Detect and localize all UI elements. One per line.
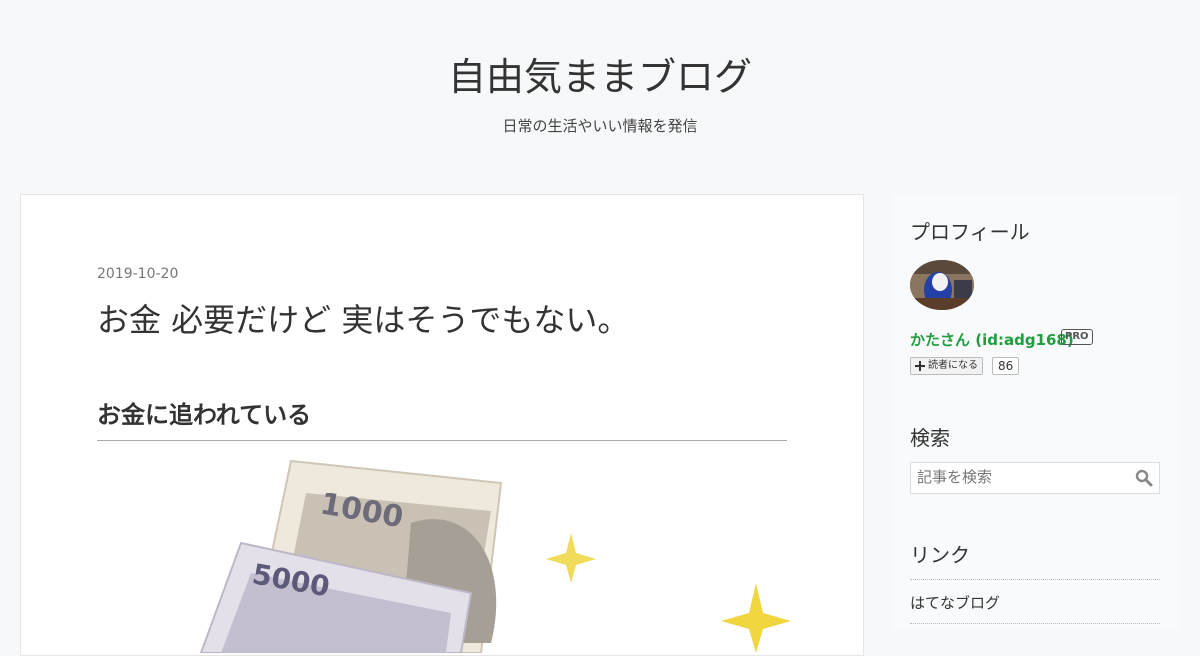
search-heading: 検索: [910, 426, 950, 450]
user-avatar[interactable]: [910, 260, 974, 310]
entry-title[interactable]: お金 必要だけど 実はそうでもない。: [97, 297, 629, 343]
links-heading: リンク: [910, 543, 970, 567]
link-list: はてなブログ: [910, 579, 1160, 624]
avatar-image: [910, 260, 974, 310]
plus-icon: [915, 361, 925, 371]
pro-badge: PRO: [1061, 329, 1093, 345]
search-form: [910, 462, 1160, 494]
section-heading: お金に追われている: [97, 395, 787, 441]
sidebar: プロフィール かたさん (id:adg168) PRO 読者になる 86 検索 …: [892, 196, 1180, 630]
search-icon[interactable]: [1135, 469, 1153, 487]
sparkle-icon: [546, 533, 596, 583]
subscriber-count[interactable]: 86: [992, 357, 1020, 375]
profile-heading: プロフィール: [910, 220, 1030, 244]
subscribe-button[interactable]: 読者になる: [910, 357, 983, 375]
yen-banknotes-illustration: 1000 5000: [199, 459, 791, 653]
profile-name-link[interactable]: かたさん (id:adg168): [910, 329, 1074, 350]
blog-description: 日常の生活やいい情報を発信: [502, 117, 698, 135]
entry-date[interactable]: 2019-10-20: [97, 266, 178, 282]
entry-article: 2019-10-20 お金 必要だけど 実はそうでもない。 お金に追われている …: [20, 194, 864, 656]
subscribe-label: 読者になる: [928, 360, 978, 371]
search-input[interactable]: [911, 463, 1143, 491]
sparkle-icon: [721, 583, 791, 653]
blog-title[interactable]: 自由気ままブログ: [0, 54, 1200, 100]
link-item-hatenablog[interactable]: はてなブログ: [910, 580, 1160, 624]
